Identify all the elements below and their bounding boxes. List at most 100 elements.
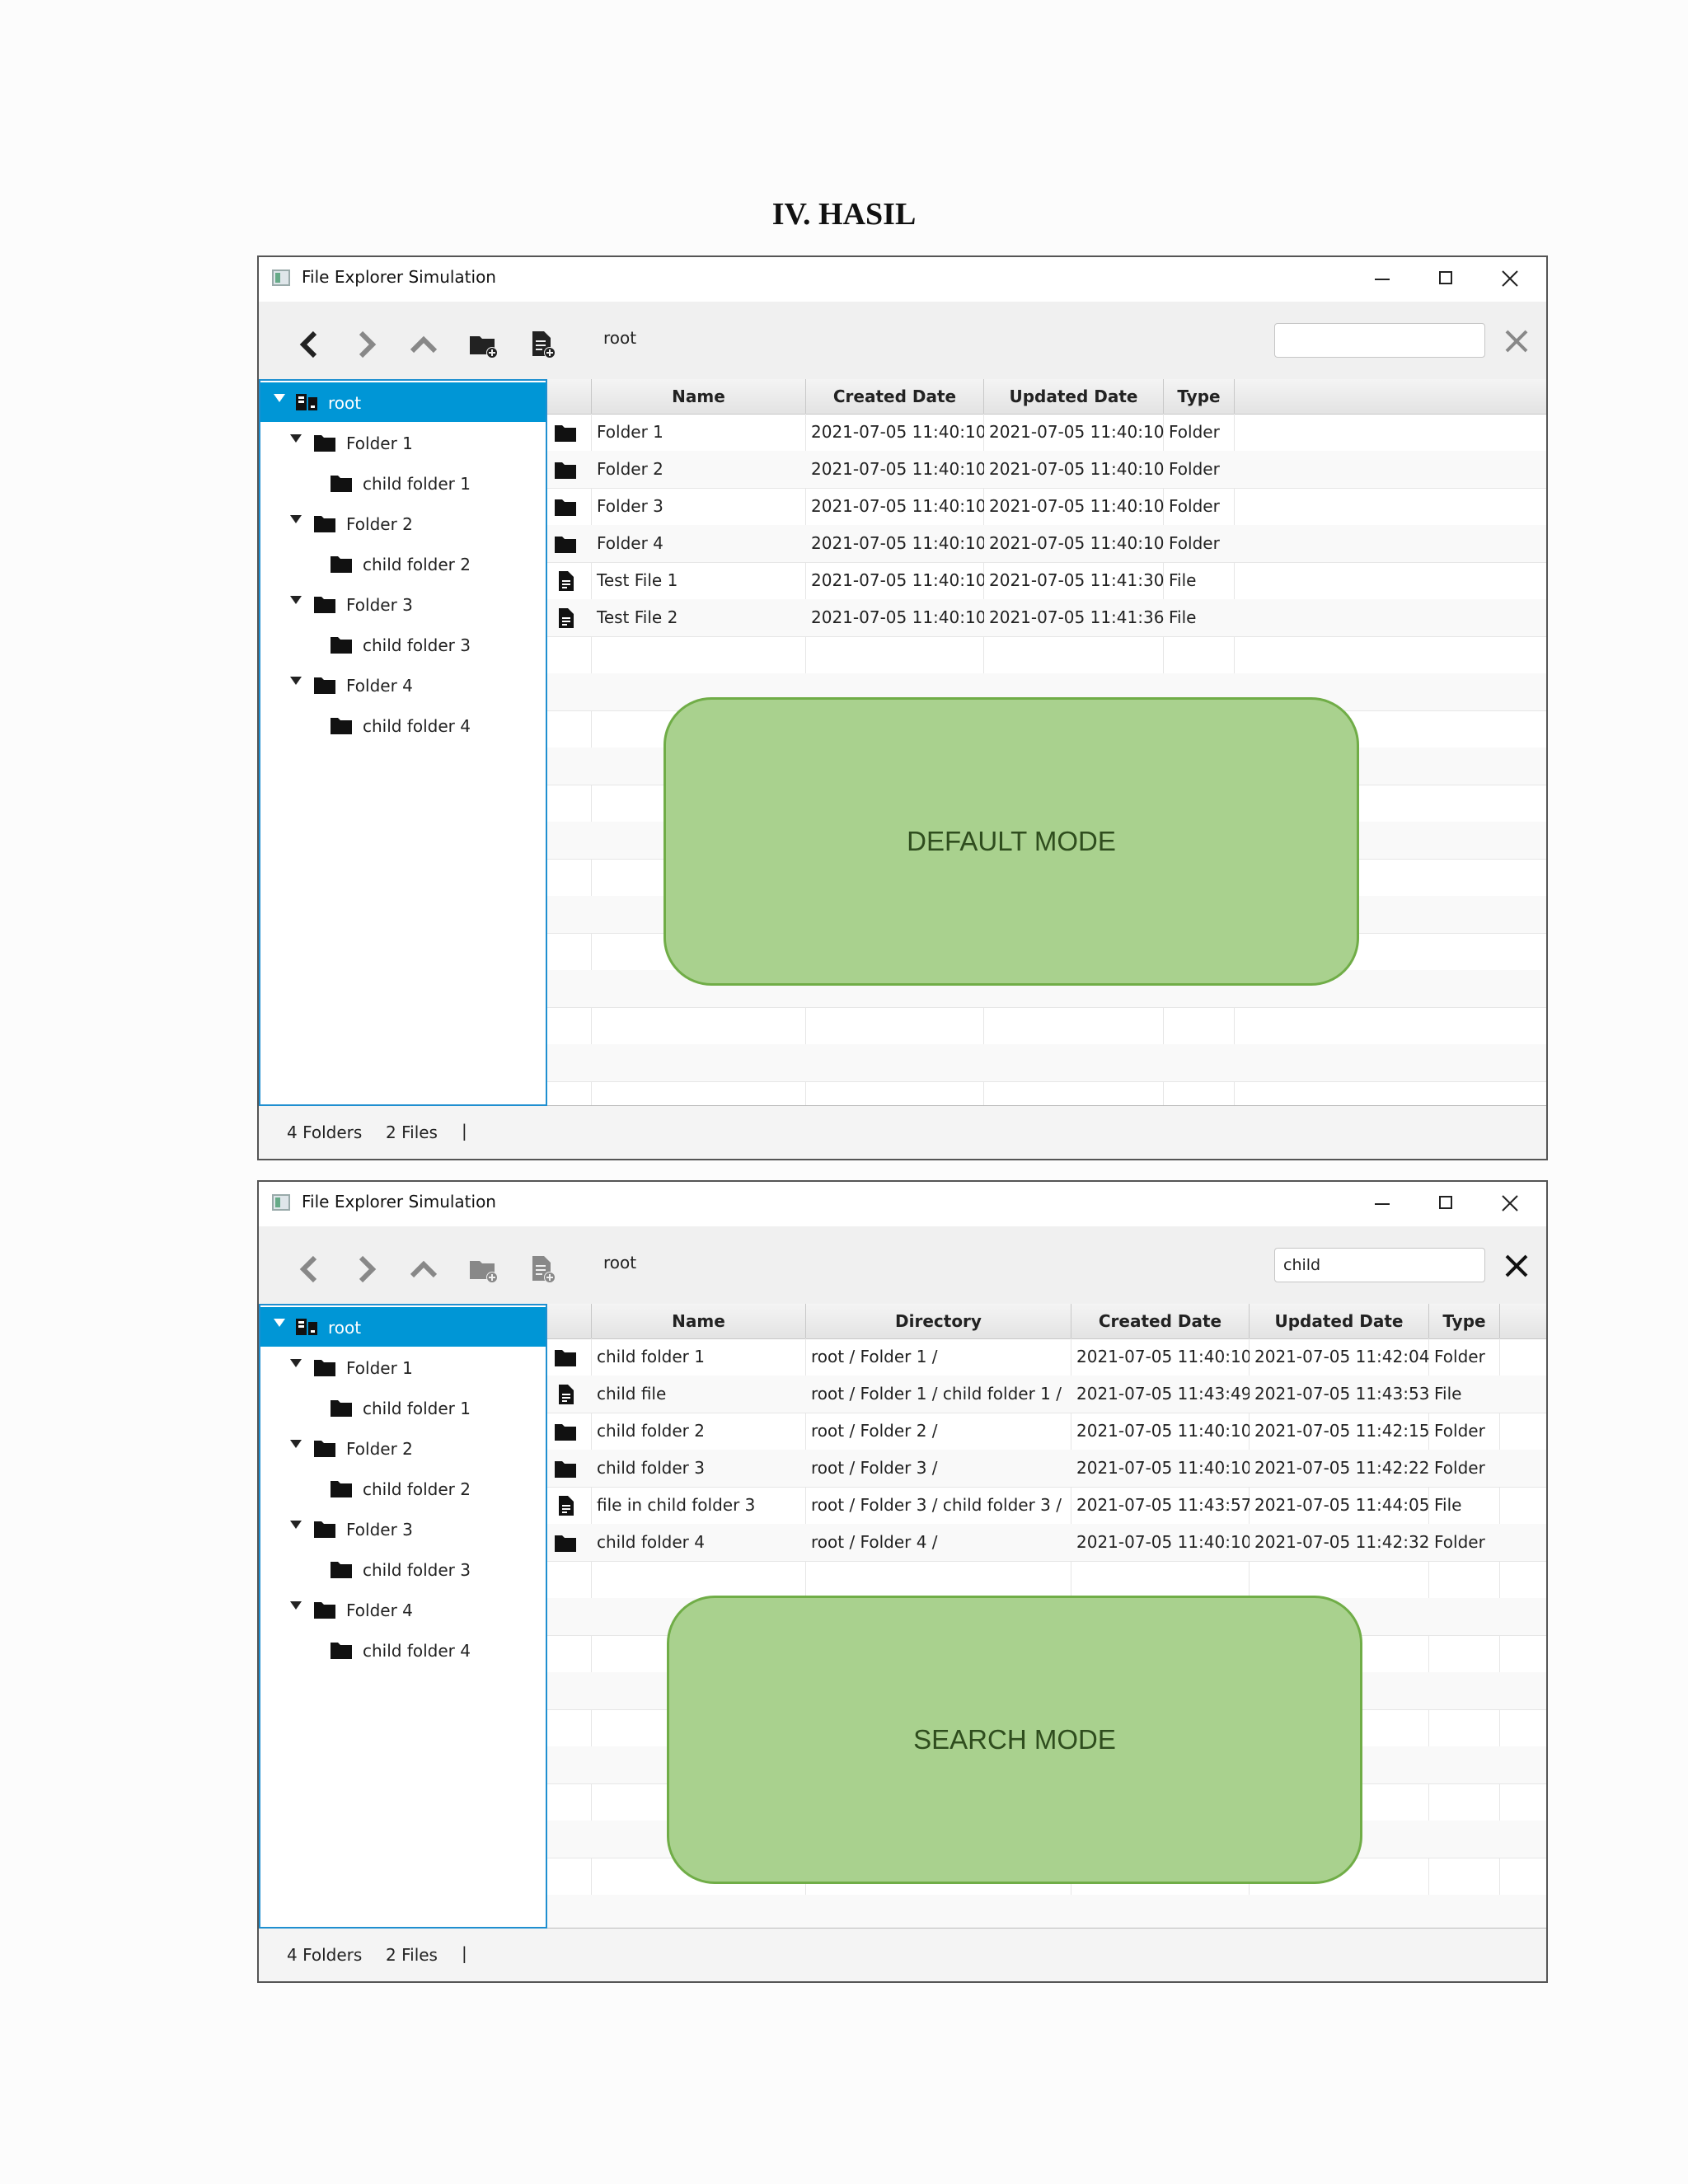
search-input[interactable] (1274, 323, 1485, 358)
tree-item[interactable]: Folder 3 (260, 584, 546, 624)
table-cell: 2021-07-05 11:40:10 (1076, 1458, 1250, 1478)
folder-icon (547, 525, 592, 562)
expand-arrow-icon[interactable] (290, 515, 302, 523)
tree-item[interactable]: child folder 1 (260, 463, 546, 503)
expand-arrow-icon[interactable] (290, 1359, 302, 1367)
icon-column-header[interactable] (547, 1304, 592, 1338)
tree-item[interactable]: child folder 1 (260, 1388, 546, 1427)
file-icon (547, 562, 592, 599)
chevron-right-icon (359, 330, 377, 359)
column-header[interactable]: Name (592, 1304, 806, 1338)
table-row[interactable]: child folder 4 root / Folder 4 / 2021-07-0… (547, 1524, 1546, 1562)
back-button[interactable] (293, 328, 326, 361)
tree-item[interactable]: Folder 4 (260, 665, 546, 705)
root-drive-icon (295, 392, 318, 412)
folder-tree[interactable]: root Folder 1 child folder 1 Folder 2 child … (259, 379, 547, 1106)
column-header[interactable]: Name (592, 379, 806, 414)
column-header[interactable]: Created Date (1071, 1304, 1250, 1338)
tree-item[interactable]: root (260, 382, 546, 422)
tree-item[interactable]: child folder 2 (260, 1469, 546, 1508)
new-folder-icon (470, 336, 498, 359)
tree-item[interactable]: child folder 4 (260, 705, 546, 745)
search-clear-button[interactable] (1500, 325, 1533, 358)
table-row[interactable]: Test File 1 2021-07-05 11:40:10 2021-07-05… (547, 562, 1546, 600)
tree-item[interactable]: Folder 4 (260, 1590, 546, 1629)
maximize-button[interactable] (1421, 1187, 1470, 1220)
table-cell: Folder 3 (597, 496, 663, 516)
close-window-button[interactable] (1485, 262, 1535, 295)
tree-item[interactable]: Folder 2 (260, 1428, 546, 1468)
up-button[interactable] (407, 1253, 440, 1286)
expand-arrow-icon[interactable] (274, 1319, 285, 1327)
table-row[interactable]: Folder 3 2021-07-05 11:40:10 2021-07-05 11… (547, 488, 1546, 526)
new-file-button[interactable] (526, 328, 559, 361)
folder-tree[interactable]: root Folder 1 child folder 1 Folder 2 child … (259, 1304, 547, 1929)
title-bar[interactable]: File Explorer Simulation (259, 257, 1546, 302)
tree-item-label: child folder 4 (363, 1641, 471, 1661)
tree-item-label: child folder 2 (363, 555, 471, 574)
tree-item[interactable]: child folder 4 (260, 1630, 546, 1670)
minimize-button[interactable] (1357, 262, 1406, 295)
new-folder-button[interactable] (467, 1253, 499, 1286)
file-count: 2 Files (386, 1122, 438, 1142)
tree-item[interactable]: Folder 2 (260, 504, 546, 543)
expand-arrow-icon[interactable] (290, 677, 302, 685)
expand-arrow-icon[interactable] (290, 596, 302, 604)
tree-item[interactable]: Folder 1 (260, 423, 546, 462)
table-cell: Folder (1169, 496, 1220, 516)
tree-item-label: Folder 3 (346, 1520, 413, 1540)
mode-banner: SEARCH MODE (667, 1596, 1362, 1884)
column-header[interactable]: Directory (806, 1304, 1071, 1338)
table-row[interactable]: child file root / Folder 1 / child folder… (547, 1376, 1546, 1413)
tree-item[interactable]: Folder 3 (260, 1509, 546, 1549)
table-cell: 2021-07-05 11:40:10 (811, 496, 984, 516)
minimize-button[interactable] (1357, 1187, 1406, 1220)
tree-item[interactable]: root (260, 1307, 546, 1347)
tree-item-label: child folder 1 (363, 1399, 471, 1418)
tree-item[interactable]: child folder 3 (260, 1549, 546, 1589)
table-cell: Folder (1434, 1458, 1485, 1478)
file-explorer-window-search: File Explorer Simulation root root Folder… (257, 1180, 1548, 1983)
table-row[interactable]: file in child folder 3 root / Folder 3 / … (547, 1487, 1546, 1525)
expand-arrow-icon[interactable] (274, 394, 285, 402)
table-row[interactable]: child folder 2 root / Folder 2 / 2021-07-0… (547, 1413, 1546, 1451)
expand-arrow-icon[interactable] (290, 1601, 302, 1610)
maximize-button[interactable] (1421, 262, 1470, 295)
column-header[interactable]: Type (1429, 1304, 1500, 1338)
expand-arrow-icon[interactable] (290, 434, 302, 443)
icon-column-header[interactable] (547, 379, 592, 414)
tree-item[interactable]: Folder 1 (260, 1347, 546, 1387)
expand-arrow-icon[interactable] (290, 1440, 302, 1448)
root-drive-icon (295, 1317, 318, 1337)
forward-button[interactable] (349, 328, 382, 361)
table-row[interactable]: Test File 2 2021-07-05 11:40:10 2021-07-05… (547, 599, 1546, 637)
title-bar[interactable]: File Explorer Simulation (259, 1182, 1546, 1226)
new-file-button[interactable] (526, 1253, 559, 1286)
up-button[interactable] (407, 328, 440, 361)
table-cell: 2021-07-05 11:41:36 (989, 607, 1164, 627)
table-row[interactable]: Folder 1 2021-07-05 11:40:10 2021-07-05 11… (547, 414, 1546, 452)
table-row[interactable]: child folder 3 root / Folder 3 / 2021-07-0… (547, 1450, 1546, 1488)
close-icon (1502, 1195, 1518, 1212)
close-window-button[interactable] (1485, 1187, 1535, 1220)
folder-icon (313, 1519, 336, 1539)
new-folder-button[interactable] (467, 328, 499, 361)
tree-item[interactable]: child folder 2 (260, 544, 546, 583)
expand-arrow-icon[interactable] (290, 1521, 302, 1529)
app-icon (272, 269, 290, 286)
column-header[interactable]: Created Date (806, 379, 984, 414)
column-header[interactable]: Type (1164, 379, 1235, 414)
column-header[interactable]: Updated Date (1250, 1304, 1429, 1338)
table-row[interactable]: Folder 2 2021-07-05 11:40:10 2021-07-05 11… (547, 451, 1546, 489)
forward-button[interactable] (349, 1253, 382, 1286)
table-header: Name Created Date Updated Date Type (547, 379, 1546, 415)
table-row[interactable]: Folder 4 2021-07-05 11:40:10 2021-07-05 11… (547, 525, 1546, 563)
tree-item[interactable]: child folder 3 (260, 625, 546, 664)
back-button[interactable] (293, 1253, 326, 1286)
table-cell: 2021-07-05 11:40:10 (811, 533, 984, 553)
table-row[interactable]: child folder 1 root / Folder 1 / 2021-07-0… (547, 1338, 1546, 1376)
column-header[interactable]: Updated Date (984, 379, 1164, 414)
search-clear-button[interactable] (1500, 1249, 1533, 1282)
search-input[interactable] (1274, 1248, 1485, 1282)
table-cell: File (1434, 1495, 1462, 1515)
